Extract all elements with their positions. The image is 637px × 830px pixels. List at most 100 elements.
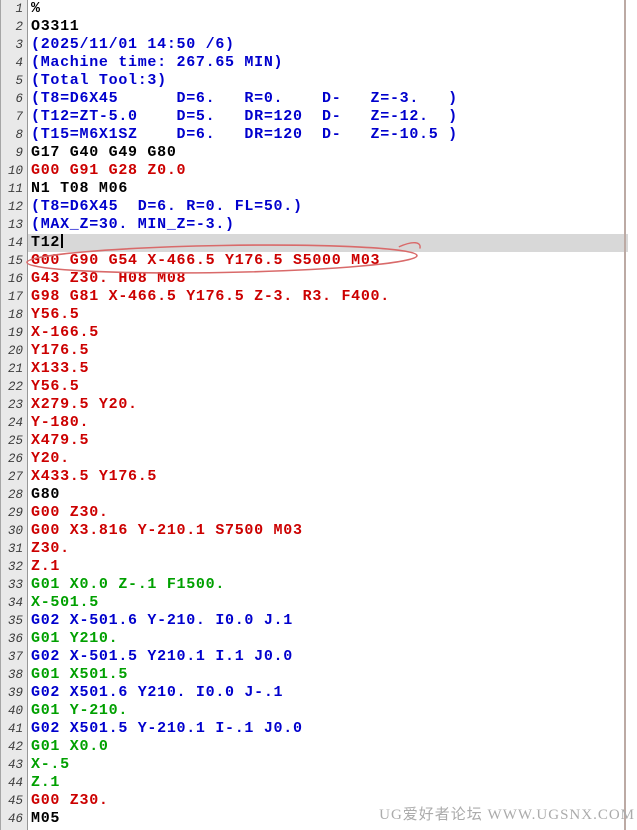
line-number[interactable]: 41 — [1, 720, 28, 738]
line-number[interactable]: 20 — [1, 342, 28, 360]
line-number[interactable]: 28 — [1, 486, 28, 504]
line-number[interactable]: 45 — [1, 792, 28, 810]
line-number[interactable]: 38 — [1, 666, 28, 684]
line-row: 29 G00 Z30. — [1, 504, 637, 522]
code-line[interactable]: (T15=M6X1SZ D=6. DR=120 D- Z=-10.5 ) — [28, 126, 637, 144]
line-number[interactable]: 3 — [1, 36, 28, 54]
code-line[interactable]: (Total Tool:3) — [28, 72, 637, 90]
code-line[interactable]: Y-180. — [28, 414, 637, 432]
code-line[interactable]: Z.1 — [28, 774, 637, 792]
code-line[interactable]: (Machine time: 267.65 MIN) — [28, 54, 637, 72]
code-line[interactable]: % — [28, 0, 637, 18]
line-number[interactable]: 30 — [1, 522, 28, 540]
code-line[interactable]: G00 G90 G54 X-466.5 Y176.5 S5000 M03 — [28, 252, 637, 270]
gcode-editor[interactable]: 1 % 2 O3311 3 (2025/11/01 14:50 /6) 4 (M… — [0, 0, 637, 830]
line-number[interactable]: 5 — [1, 72, 28, 90]
code-line[interactable]: X279.5 Y20. — [28, 396, 637, 414]
line-number[interactable]: 16 — [1, 270, 28, 288]
line-number[interactable]: 35 — [1, 612, 28, 630]
line-row: 11 N1 T08 M06 — [1, 180, 637, 198]
line-number[interactable]: 15 — [1, 252, 28, 270]
code-line[interactable]: G01 Y210. — [28, 630, 637, 648]
code-line[interactable]: G01 X0.0 — [28, 738, 637, 756]
code-line[interactable]: X133.5 — [28, 360, 637, 378]
line-number[interactable]: 17 — [1, 288, 28, 306]
line-number[interactable]: 33 — [1, 576, 28, 594]
line-number[interactable]: 14 — [1, 234, 28, 252]
code-line[interactable]: N1 T08 M06 — [28, 180, 637, 198]
code-line[interactable]: (T12=ZT-5.0 D=5. DR=120 D- Z=-12. ) — [28, 108, 637, 126]
line-number[interactable]: 4 — [1, 54, 28, 72]
line-number[interactable]: 18 — [1, 306, 28, 324]
line-number[interactable]: 37 — [1, 648, 28, 666]
line-number[interactable]: 13 — [1, 216, 28, 234]
line-number[interactable]: 23 — [1, 396, 28, 414]
line-number[interactable]: 10 — [1, 162, 28, 180]
line-number[interactable]: 25 — [1, 432, 28, 450]
code-line[interactable]: (T8=D6X45 D=6. R=0. FL=50.) — [28, 198, 637, 216]
code-line[interactable]: Y176.5 — [28, 342, 637, 360]
line-number[interactable]: 36 — [1, 630, 28, 648]
code-line[interactable]: G43 Z30. H08 M08 — [28, 270, 637, 288]
line-row: 38 G01 X501.5 — [1, 666, 637, 684]
line-number[interactable]: 12 — [1, 198, 28, 216]
code-line[interactable]: X479.5 — [28, 432, 637, 450]
line-row: 35 G02 X-501.6 Y-210. I0.0 J.1 — [1, 612, 637, 630]
line-number[interactable]: 29 — [1, 504, 28, 522]
line-row: 10 G00 G91 G28 Z0.0 — [1, 162, 637, 180]
line-number[interactable]: 27 — [1, 468, 28, 486]
line-number[interactable]: 32 — [1, 558, 28, 576]
line-row: 31 Z30. — [1, 540, 637, 558]
line-number[interactable]: 42 — [1, 738, 28, 756]
code-line[interactable]: G80 — [28, 486, 637, 504]
code-line[interactable]: G01 X501.5 — [28, 666, 637, 684]
code-line[interactable]: G17 G40 G49 G80 — [28, 144, 637, 162]
code-line[interactable]: G01 Y-210. — [28, 702, 637, 720]
line-number[interactable]: 26 — [1, 450, 28, 468]
line-number[interactable]: 44 — [1, 774, 28, 792]
code-line[interactable]: G02 X-501.5 Y210.1 I.1 J0.0 — [28, 648, 637, 666]
code-line[interactable]: G01 X0.0 Z-.1 F1500. — [28, 576, 637, 594]
code-line[interactable]: G02 X501.6 Y210. I0.0 J-.1 — [28, 684, 637, 702]
line-number[interactable]: 21 — [1, 360, 28, 378]
line-number[interactable]: 2 — [1, 18, 28, 36]
line-number[interactable]: 19 — [1, 324, 28, 342]
line-number[interactable]: 24 — [1, 414, 28, 432]
line-row: 15 G00 G90 G54 X-466.5 Y176.5 S5000 M03 — [1, 252, 637, 270]
line-number[interactable]: 34 — [1, 594, 28, 612]
line-number[interactable]: 39 — [1, 684, 28, 702]
code-line[interactable]: G00 X3.816 Y-210.1 S7500 M03 — [28, 522, 637, 540]
code-line[interactable]: Y56.5 — [28, 306, 637, 324]
code-line[interactable]: X-501.5 — [28, 594, 637, 612]
code-line[interactable]: G00 G91 G28 Z0.0 — [28, 162, 637, 180]
code-line[interactable]: (T8=D6X45 D=6. R=0. D- Z=-3. ) — [28, 90, 637, 108]
code-line[interactable]: G00 Z30. — [28, 504, 637, 522]
code-line[interactable]: G02 X-501.6 Y-210. I0.0 J.1 — [28, 612, 637, 630]
code-line[interactable]: X-.5 — [28, 756, 637, 774]
line-number[interactable]: 6 — [1, 90, 28, 108]
line-number[interactable]: 40 — [1, 702, 28, 720]
code-line[interactable]: X-166.5 — [28, 324, 637, 342]
line-number[interactable]: 9 — [1, 144, 28, 162]
code-line[interactable]: G98 G81 X-466.5 Y176.5 Z-3. R3. F400. — [28, 288, 637, 306]
code-line[interactable]: T12 — [28, 234, 628, 252]
code-line[interactable]: (2025/11/01 14:50 /6) — [28, 36, 637, 54]
line-number[interactable]: 11 — [1, 180, 28, 198]
line-number[interactable]: 43 — [1, 756, 28, 774]
code-line[interactable]: (MAX_Z=30. MIN_Z=-3.) — [28, 216, 637, 234]
code-line[interactable]: Y56.5 — [28, 378, 637, 396]
line-number[interactable]: 8 — [1, 126, 28, 144]
line-row: 30 G00 X3.816 Y-210.1 S7500 M03 — [1, 522, 637, 540]
code-line[interactable]: Z30. — [28, 540, 637, 558]
code-line[interactable]: G02 X501.5 Y-210.1 I-.1 J0.0 — [28, 720, 637, 738]
code-line[interactable]: Z.1 — [28, 558, 637, 576]
line-number[interactable]: 31 — [1, 540, 28, 558]
line-number[interactable]: 46 — [1, 810, 28, 828]
line-number[interactable]: 7 — [1, 108, 28, 126]
line-number[interactable]: 22 — [1, 378, 28, 396]
code-line[interactable]: X433.5 Y176.5 — [28, 468, 637, 486]
code-line[interactable]: Y20. — [28, 450, 637, 468]
line-number[interactable]: 1 — [1, 0, 28, 18]
line-row: 44 Z.1 — [1, 774, 637, 792]
code-line[interactable]: O3311 — [28, 18, 637, 36]
